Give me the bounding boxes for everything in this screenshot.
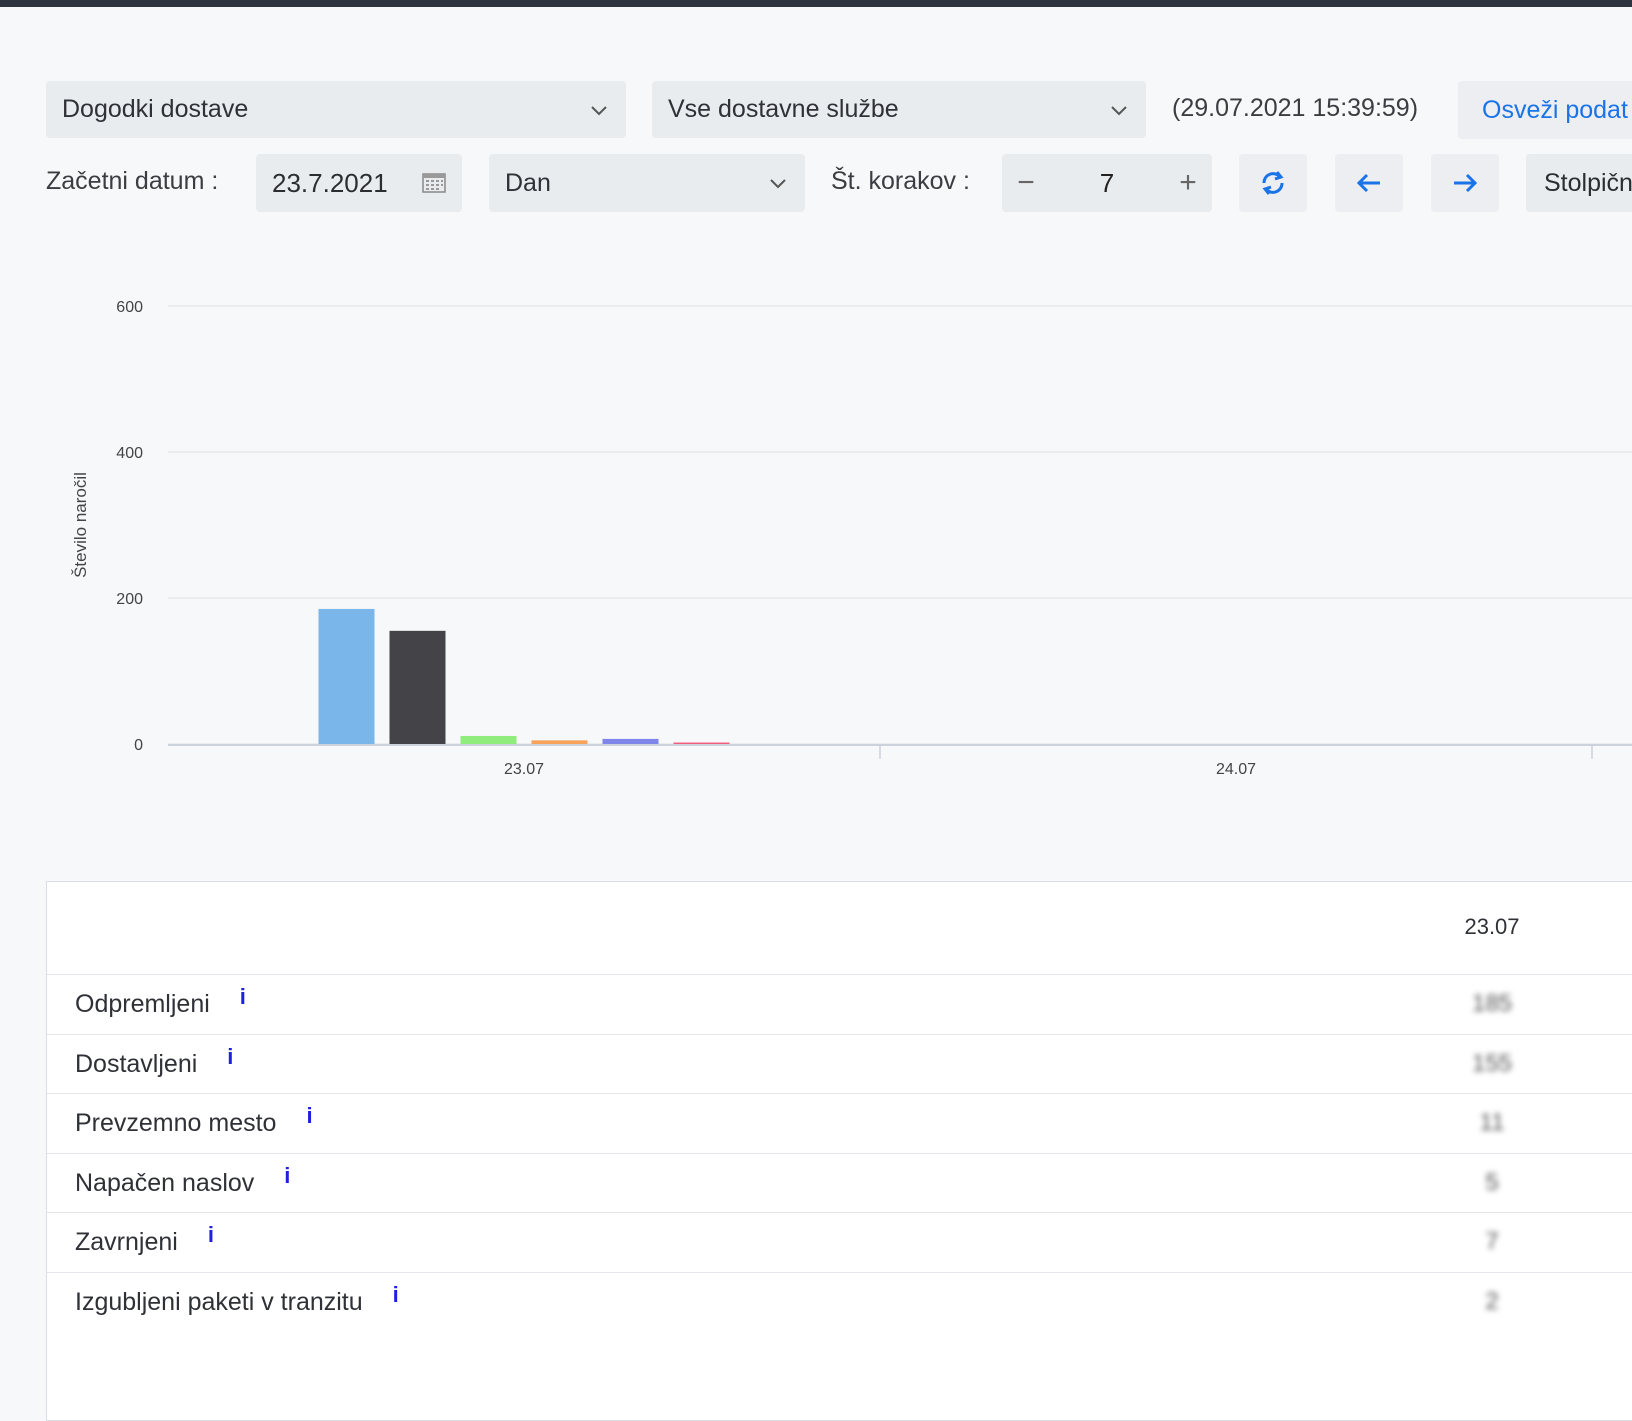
table-row: Dostavljeni i 155	[47, 1033, 1632, 1093]
steps-label: Št. korakov :	[831, 167, 970, 195]
last-update-timestamp: (29.07.2021 15:39:59)	[1172, 94, 1419, 122]
event-type-select[interactable]: Dogodki dostave	[46, 81, 626, 138]
refresh-data-button[interactable]: Osveži podat	[1458, 81, 1632, 139]
row-label: Zavrnjeni i	[75, 1222, 214, 1257]
steps-value[interactable]: 7	[1050, 168, 1164, 199]
table-row: Zavrnjeni i 7	[47, 1212, 1632, 1271]
y-tick-label: 600	[116, 299, 143, 316]
arrow-left-icon	[1356, 173, 1380, 193]
table-row: Izgubljeni paketi v tranzitu i 2	[47, 1271, 1632, 1331]
table-row: Odpremljeni i 185	[47, 974, 1632, 1033]
y-tick-label: 400	[116, 445, 143, 462]
info-icon[interactable]: i	[227, 1044, 233, 1070]
table-row: Napačen naslov i 5	[47, 1152, 1632, 1212]
bar-odpremljeni	[318, 608, 375, 744]
calendar-icon[interactable]	[422, 171, 446, 193]
row-label-text: Napačen naslov	[75, 1168, 255, 1197]
info-icon[interactable]: i	[306, 1103, 312, 1129]
row-label-text: Dostavljeni	[75, 1049, 198, 1078]
steps-decrement-button[interactable]: −	[1002, 166, 1050, 200]
info-icon[interactable]: i	[240, 984, 246, 1010]
period-value: Dan	[505, 168, 551, 197]
info-icon[interactable]: i	[284, 1163, 290, 1189]
steps-increment-button[interactable]: +	[1164, 166, 1212, 200]
row-value: 155	[1471, 1049, 1513, 1077]
bar-zavrnjeni	[602, 738, 659, 744]
event-type-value: Dogodki dostave	[62, 95, 249, 123]
delivery-chart: 600 400 200 0 Število naročil 23.07 24.07	[71, 299, 1632, 778]
row-label-text: Prevzemno mesto	[75, 1109, 277, 1137]
y-tick-label: 200	[116, 591, 143, 608]
period-select[interactable]: Dan	[489, 154, 805, 212]
row-label: Dostavljeni i	[75, 1044, 233, 1079]
delivery-service-value: Vse dostavne službe	[668, 95, 899, 123]
bar-izgubljeni-paketi-v-tranzitu	[673, 742, 730, 744]
chevron-down-icon	[591, 105, 607, 115]
row-label: Napačen naslov i	[75, 1163, 290, 1198]
info-icon[interactable]: i	[393, 1282, 399, 1308]
chart-type-select[interactable]: Stolpičn	[1526, 154, 1632, 212]
chevron-down-icon	[770, 179, 786, 189]
row-label: Prevzemno mesto i	[75, 1103, 313, 1138]
row-value: 2	[1485, 1287, 1499, 1315]
arrow-right-icon	[1454, 173, 1478, 193]
x-tick-label: 24.07	[1216, 761, 1256, 778]
delivery-service-select[interactable]: Vse dostavne službe	[652, 81, 1146, 138]
top-bar	[0, 0, 1632, 7]
row-label: Izgubljeni paketi v tranzitu i	[75, 1282, 399, 1317]
next-period-button[interactable]	[1431, 154, 1499, 212]
table-row: Prevzemno mesto i 11	[47, 1093, 1632, 1152]
reload-button[interactable]	[1239, 154, 1307, 212]
row-label-text: Zavrnjeni	[75, 1228, 178, 1256]
row-label-text: Odpremljeni	[75, 990, 210, 1018]
bar-napačen-naslov	[531, 740, 588, 744]
steps-stepper[interactable]: − 7 +	[1002, 154, 1212, 212]
start-date-input[interactable]: 23.7.2021	[256, 154, 462, 212]
start-date-value: 23.7.2021	[272, 167, 388, 198]
bar-dostavljeni	[389, 630, 446, 744]
y-axis-label: Število naročil	[71, 472, 90, 578]
data-table: 23.07 Odpremljeni i 185 Dostavljeni i 155 Prev…	[46, 881, 1632, 1421]
row-value: 11	[1479, 1109, 1505, 1136]
start-date-label: Začetni datum :	[46, 167, 219, 195]
y-tick-label: 0	[134, 737, 143, 754]
row-label-text: Izgubljeni paketi v tranzitu	[75, 1287, 363, 1316]
row-value: 7	[1485, 1228, 1499, 1255]
row-value: 185	[1471, 990, 1513, 1017]
refresh-icon	[1262, 171, 1284, 195]
row-label: Odpremljeni i	[75, 984, 246, 1019]
info-icon[interactable]: i	[208, 1222, 214, 1248]
bar-prevzemno-mesto	[460, 735, 517, 744]
column-header-date: 23.07	[1464, 914, 1520, 939]
previous-period-button[interactable]	[1335, 154, 1403, 212]
chevron-down-icon	[1111, 105, 1127, 115]
row-value: 5	[1485, 1168, 1499, 1196]
x-tick-label: 23.07	[504, 761, 544, 778]
